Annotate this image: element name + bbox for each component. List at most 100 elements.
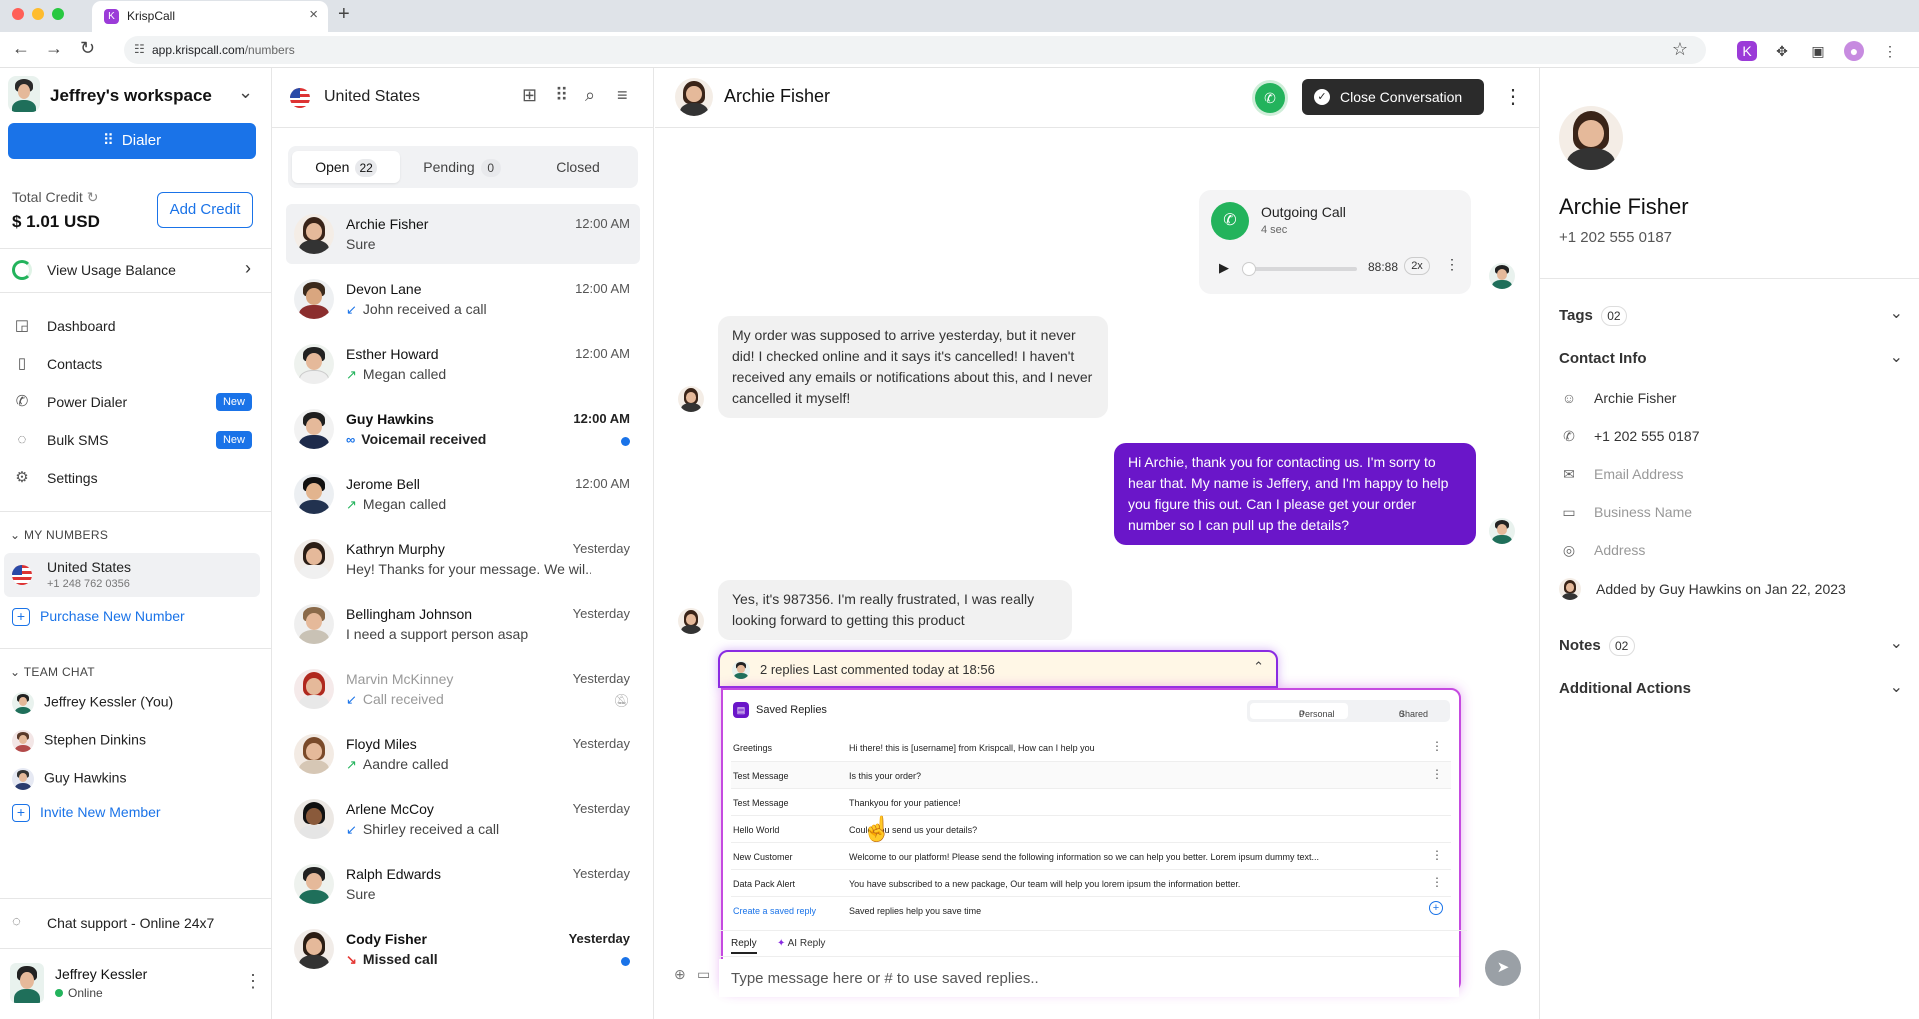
saved-reply-row[interactable]: Greetings Hi there! this is [username] f… — [731, 734, 1451, 761]
conversation-item[interactable]: Cody Fisher ↘ Missed call Yesterday — [286, 919, 640, 979]
saved-reply-row[interactable]: Data Pack Alert You have subscribed to a… — [731, 869, 1451, 896]
tab-pending[interactable]: Pending 0 — [408, 151, 516, 183]
more-options-icon[interactable]: ⋮ — [1431, 848, 1443, 862]
refresh-icon[interactable]: ↻ — [87, 189, 99, 205]
add-saved-reply-icon[interactable]: + — [1429, 901, 1443, 915]
close-window-button[interactable] — [12, 8, 24, 20]
nav-power-dialer[interactable]: ✆ Power Dialer New — [0, 384, 272, 420]
back-icon[interactable]: ← — [12, 38, 30, 59]
saved-reply-row[interactable]: Test Message Thankyou for your patience! — [731, 788, 1451, 815]
new-message-icon[interactable]: ⊞ — [522, 85, 537, 106]
more-options-icon[interactable]: ⋮ — [1503, 84, 1523, 109]
conversation-item[interactable]: Floyd Miles ↗ Aandre called Yesterday — [286, 724, 640, 784]
workspace-name[interactable]: Jeffrey's workspace — [50, 86, 212, 106]
conversation-item[interactable]: Guy Hawkins ∞ Voicemail received 12:00 AM — [286, 399, 640, 459]
browser-tab[interactable]: K KrispCall × — [92, 1, 328, 32]
krispcall-extension-icon[interactable]: K — [1737, 41, 1757, 61]
more-options-icon[interactable]: ⋮ — [1431, 767, 1443, 781]
conversation-item[interactable]: Bellingham Johnson I need a support pers… — [286, 594, 640, 654]
audio-progress-bar[interactable] — [1247, 267, 1357, 271]
new-tab-icon[interactable]: + — [338, 3, 350, 26]
nav-dashboard[interactable]: ◲ Dashboard — [0, 308, 272, 344]
saved-reply-row[interactable]: New Customer Welcome to our platform! Pl… — [731, 842, 1451, 869]
conversation-item[interactable]: Ralph Edwards Sure Yesterday — [286, 854, 640, 914]
thread-replies-bar[interactable]: 2 replies Last commented today at 18:56 … — [718, 650, 1278, 688]
conversation-item[interactable]: Kathryn Murphy Hey! Thanks for your mess… — [286, 529, 640, 589]
tab-closed[interactable]: Closed — [524, 151, 632, 183]
purchase-new-number-link[interactable]: + Purchase New Number — [12, 608, 185, 627]
add-credit-button[interactable]: Add Credit — [157, 192, 253, 228]
additional-actions-toggle[interactable]: Additional Actions ⌄ — [1559, 674, 1903, 704]
reload-icon[interactable]: ↻ — [80, 38, 95, 59]
chevron-down-icon[interactable]: ⌄ — [238, 82, 253, 103]
more-options-icon[interactable]: ⋮ — [244, 971, 262, 992]
notes-section-toggle[interactable]: Notes 02 ⌄ — [1559, 630, 1903, 660]
conversation-item[interactable]: Archie Fisher Sure 12:00 AM — [286, 204, 640, 264]
audio-scrubber[interactable] — [1242, 262, 1256, 276]
call-button[interactable]: ✆ — [1255, 83, 1285, 113]
more-options-icon[interactable]: ⋮ — [1445, 256, 1459, 273]
side-panel-icon[interactable]: ▣ — [1808, 41, 1828, 61]
conversation-item[interactable]: Arlene McCoy ↙ Shirley received a call Ye… — [286, 789, 640, 849]
saved-reply-row[interactable]: Hello World Could you send us your detai… — [731, 815, 1451, 842]
url-field[interactable]: ☷ app.krispcall.com/numbers ☆ — [124, 36, 1706, 64]
more-options-icon[interactable]: ⋮ — [1431, 739, 1443, 753]
team-member[interactable]: Jeffrey Kessler (You) — [12, 692, 173, 714]
puzzle-extensions-icon[interactable]: ✥ — [1772, 41, 1792, 61]
conversation-item[interactable]: Devon Lane ↙ John received a call 12:00 A… — [286, 269, 640, 329]
business-name-field[interactable]: ▭ Business Name — [1559, 498, 1899, 526]
contact-info-phone[interactable]: ✆ +1 202 555 0187 — [1559, 422, 1899, 450]
team-member[interactable]: Stephen Dinkins — [12, 730, 146, 752]
chevron-up-icon[interactable]: ⌃ — [1253, 659, 1264, 675]
playback-speed-button[interactable]: 2x — [1404, 257, 1430, 275]
contact-info-section-toggle[interactable]: Contact Info ⌄ — [1559, 344, 1903, 374]
view-usage-balance-link[interactable]: View Usage Balance › — [0, 250, 272, 290]
dialer-button[interactable]: ⠿ Dialer — [8, 123, 256, 159]
create-saved-reply-link[interactable]: Create a saved reply — [733, 906, 816, 916]
tags-section-toggle[interactable]: Tags 02 ⌄ — [1559, 300, 1903, 330]
forward-icon[interactable]: → — [45, 38, 63, 59]
bookmark-star-icon[interactable]: ☆ — [1672, 39, 1688, 60]
contact-info-name[interactable]: ☺ Archie Fisher — [1559, 384, 1899, 412]
more-options-icon[interactable]: ⋮ — [1431, 875, 1443, 889]
message-input[interactable] — [719, 959, 1459, 997]
tab-shared[interactable]: Shared 0 — [1350, 703, 1448, 719]
address-field[interactable]: ◎ Address — [1559, 536, 1899, 564]
send-button[interactable]: ➤ — [1485, 950, 1521, 986]
add-attachment-icon[interactable]: ⊕ — [674, 966, 686, 983]
nav-settings[interactable]: ⚙ Settings — [0, 460, 272, 496]
my-number-item[interactable]: United States +1 248 762 0356 — [4, 553, 260, 597]
close-conversation-button[interactable]: ✓ Close Conversation — [1302, 79, 1484, 115]
dialpad-icon[interactable]: ⠿ — [555, 85, 568, 106]
number-selector[interactable]: United States — [324, 88, 420, 106]
tab-count: 0 — [480, 159, 501, 177]
close-tab-icon[interactable]: × — [309, 6, 318, 23]
saved-replies-icon[interactable]: ▭ — [697, 966, 710, 983]
chat-support-link[interactable]: ◌ Chat support - Online 24x7 — [0, 905, 272, 941]
team-chat-heading[interactable]: ⌄ TEAM CHAT — [10, 665, 95, 679]
tab-reply[interactable]: Reply — [731, 938, 757, 954]
invite-new-member-link[interactable]: + Invite New Member — [12, 804, 161, 823]
team-member[interactable]: Guy Hawkins — [12, 768, 126, 790]
minimize-window-button[interactable] — [32, 8, 44, 20]
conversation-item[interactable]: Esther Howard ↗ Megan called 12:00 AM — [286, 334, 640, 394]
profile-icon[interactable]: ● — [1844, 41, 1864, 61]
play-icon[interactable]: ▶ — [1219, 260, 1229, 276]
nav-bulk-sms[interactable]: ◌ Bulk SMS New — [0, 422, 272, 458]
email-field[interactable]: ✉ Email Address — [1559, 460, 1899, 488]
conversation-item[interactable]: Jerome Bell ↗ Megan called 12:00 AM — [286, 464, 640, 524]
saved-reply-row[interactable]: Test Message Is this your order? ⋮ — [731, 761, 1451, 788]
chat-contact-name[interactable]: Archie Fisher — [724, 86, 830, 107]
tab-personal[interactable]: Personal 0 — [1250, 703, 1348, 719]
site-info-icon[interactable]: ☷ — [134, 42, 145, 56]
my-numbers-heading[interactable]: ⌄ MY NUMBERS — [10, 528, 108, 542]
tab-ai-reply[interactable]: ✦ AI Reply — [777, 938, 825, 949]
conversation-item[interactable]: Marvin McKinney ↙ Call received Yesterday… — [286, 659, 640, 719]
browser-menu-icon[interactable]: ⋮ — [1880, 41, 1900, 61]
filter-icon[interactable]: ≡ — [617, 85, 628, 106]
search-icon[interactable]: ⌕ — [585, 85, 595, 106]
tab-open[interactable]: Open 22 — [292, 151, 400, 183]
current-user[interactable]: Jeffrey Kessler Online ⋮ — [0, 948, 272, 1019]
nav-contacts[interactable]: ▯ Contacts — [0, 346, 272, 382]
maximize-window-button[interactable] — [52, 8, 64, 20]
